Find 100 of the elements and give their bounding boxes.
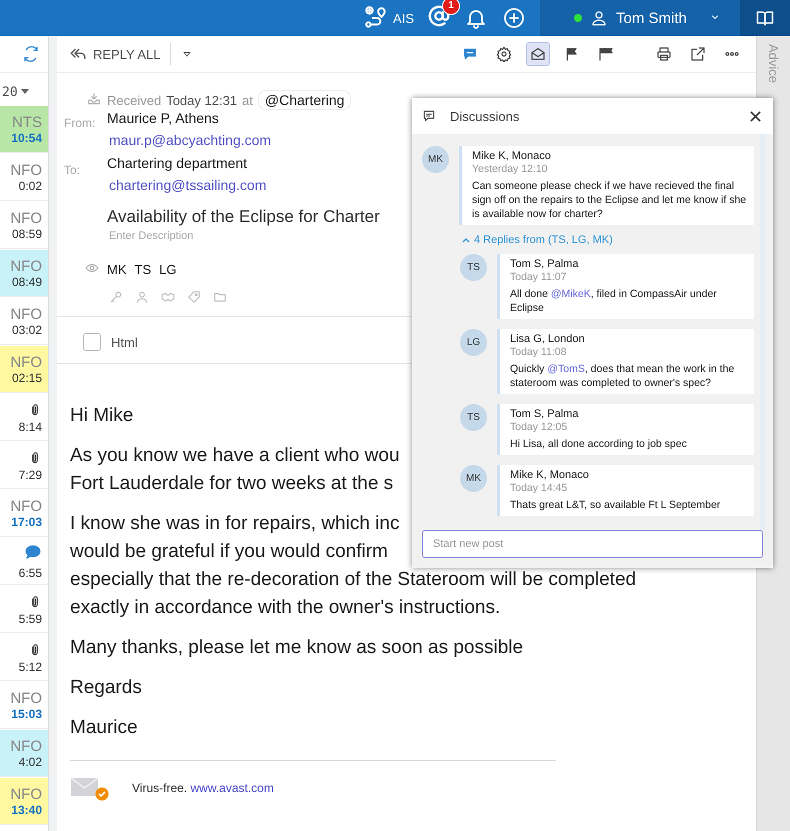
post-text: Hi Lisa, all done according to job spec [510,437,688,451]
category-label: NFO [10,354,42,370]
mention-link[interactable]: @TomS [547,363,585,375]
category-label: NFO [10,738,42,754]
message-time: 0:02 [18,178,42,192]
open-envelope-icon [530,46,546,62]
category-label: NFO [10,306,42,322]
message-time: 15:03 [11,706,42,720]
received-time: Today 12:31 [166,92,238,108]
message-time: 7:29 [18,468,42,482]
message-time: 5:12 [18,660,42,674]
post-author: Mike K, Monaco [510,469,590,481]
message-time: 5:59 [18,612,42,626]
category-label: NFO [10,210,42,226]
message-list-item[interactable]: NFO 4:02 [0,730,48,777]
message-line: As you know we have a client who wou [70,444,400,468]
to-label: To: [64,163,80,177]
folder-icon [213,290,227,304]
email-subject: Availability of the Eclipse for Charter [107,207,380,226]
post-time: Today 12:05 [510,421,568,433]
new-post-field[interactable]: Start new post [422,530,763,558]
post-time: Today 11:07 [510,271,568,283]
sender-email[interactable]: maur.p@abcyachting.com [109,132,272,148]
print-icon [656,46,672,62]
chat-bubble-icon [24,542,42,560]
post-author: Tom S, Palma [510,258,580,270]
mention-link[interactable]: @MikeK [550,288,591,300]
category-label: NFO [10,498,42,514]
post-author: Tom S, Palma [510,408,580,420]
recipient-name: Chartering department [107,155,248,171]
message-list-item[interactable]: NFO 13:40 [0,778,48,825]
from-label: From: [64,116,96,130]
toolbar-button[interactable] [526,42,550,66]
category-label: NFO [10,786,42,802]
message-line: Regards [70,676,142,700]
year-selector[interactable]: 20 [2,84,18,100]
at-sign-icon[interactable] [428,5,450,27]
category-label: NFO [10,690,42,706]
html-checkbox[interactable] [83,333,101,351]
message-line: Hi Mike [70,404,134,428]
mailbox-tag: @Chartering [258,90,352,110]
message-time: 08:49 [12,274,42,288]
reply-all-button[interactable]: REPLY ALL [69,45,160,63]
post-time: Today 14:45 [510,482,568,494]
category-label: NTS [12,114,42,130]
message-time: 4:02 [18,754,42,768]
comment-icon [422,109,436,123]
plus-circle-icon [502,6,526,30]
notification-count: 1 [442,0,460,15]
key-icon [109,290,123,304]
tag-icon [187,290,201,304]
avatar-initials: MK [422,146,449,173]
message-time: 10:54 [11,130,42,144]
ais-label[interactable]: AIS [393,10,414,26]
person-icon [135,290,149,304]
flags-icon [597,46,615,62]
html-label: Html [111,334,138,350]
message-line: Many thanks, please let me know as soon as possible [70,636,524,660]
close-button[interactable] [748,108,763,124]
message-time: 03:02 [12,322,42,336]
post-text: Quickly @TomS, does that mean the work in the stateroom was completed to owner's spec? [510,362,736,390]
watcher-initials: TS [134,262,152,277]
message-list-item[interactable]: NFO 08:49 [0,250,48,297]
avatar-initials: LG [460,329,487,356]
message-line: Maurice [70,716,138,740]
inbox-tray-icon [87,92,101,106]
user-icon [590,9,608,27]
avatar-initials: TS [460,254,487,281]
received-label: Received [107,92,162,108]
category-label: NFO [10,258,42,274]
at-label: at [242,92,253,108]
message-time: 02:15 [12,370,42,384]
eye-icon [85,261,99,275]
message-line: would be grateful if you would confirm [70,540,388,564]
message-line: Fort Lauderdale for two weeks at the s [70,472,394,496]
refresh-icon [22,45,40,63]
avatar-initials: MK [460,465,487,492]
avatar-initials: TS [460,404,487,431]
envelope-check-icon [70,775,110,801]
message-time: 13:40 [11,802,42,816]
post-text: Can someone please check if we have recieved the final sign off on the repairs to the Eclipse and let me know if she is available now for charter? [472,179,748,221]
message-time: 08:59 [12,226,42,240]
message-list-item[interactable]: NTS 10:54 [0,106,48,153]
virus-free-note: Virus-free. www.avast.com [132,781,274,795]
post-text: Thats great L&T, so available Ft L September [510,498,722,512]
post-author: Mike K, Monaco [472,150,552,162]
settings-icon [496,46,512,62]
message-line: exactly in accordance with the owner's instructions. [70,596,500,620]
message-list-item[interactable]: NFO 02:15 [0,346,48,393]
watcher-initials: LG [159,262,176,277]
post-text: All done @MikeK, filed in CompassAir under Eclipse [510,287,718,315]
message-time: 8:14 [18,420,42,434]
message-line: especially that the re-decoration of the Stateroom will be completed [70,568,636,592]
watcher-initials: MK [107,262,126,277]
recipient-email[interactable]: chartering@tssailing.com [109,177,266,193]
category-label: NFO [10,162,42,178]
user-name[interactable]: Tom Smith [616,10,687,26]
external-edit-icon [690,46,706,62]
message-line: I know she was in for repairs, which inc [70,512,400,536]
avast-link[interactable]: www.avast.com [190,781,274,795]
